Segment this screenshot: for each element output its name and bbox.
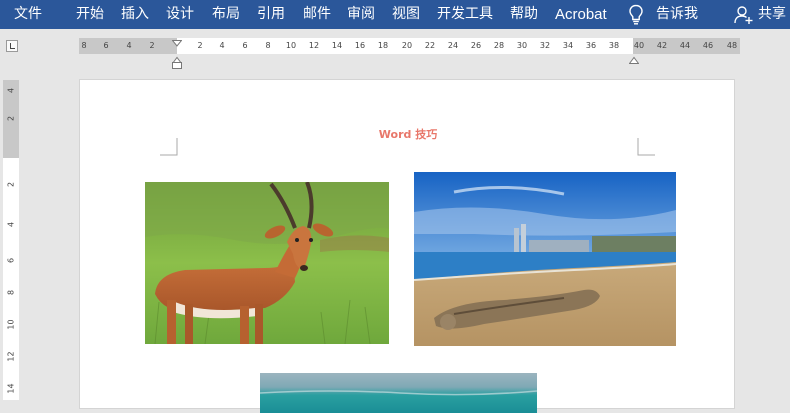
ruler-label: 6 — [242, 41, 248, 50]
vertical-ruler[interactable]: 4 2 2 4 6 8 10 12 14 — [3, 80, 19, 400]
share-person-icon[interactable] — [734, 5, 754, 29]
ruler-label: 46 — [702, 41, 714, 50]
ruler-label: 38 — [608, 41, 620, 50]
beach-photo[interactable] — [414, 172, 676, 346]
tab-design[interactable]: 设计 — [166, 0, 194, 29]
vruler-label: 10 — [6, 319, 16, 330]
vruler-label: 2 — [6, 115, 16, 122]
vruler-label: 6 — [6, 257, 16, 264]
ruler-label: 18 — [377, 41, 389, 50]
ruler-label: 16 — [354, 41, 366, 50]
sea-photo[interactable] — [260, 373, 537, 413]
ruler-label: 14 — [331, 41, 343, 50]
antelope-photo[interactable] — [145, 182, 389, 344]
vruler-label: 12 — [6, 351, 16, 362]
ruler-label: 2 — [197, 41, 203, 50]
ruler-label: 36 — [585, 41, 597, 50]
vruler-label: 4 — [6, 221, 16, 228]
ruler-label: 24 — [447, 41, 459, 50]
ruler-label: 42 — [656, 41, 668, 50]
ruler-label: 10 — [285, 41, 297, 50]
ribbon-tab-bar: 文件 开始 插入 设计 布局 引用 邮件 审阅 视图 开发工具 帮助 Acrob… — [0, 0, 790, 29]
tab-acrobat[interactable]: Acrobat — [555, 0, 607, 29]
ruler-label: 6 — [103, 41, 109, 50]
tab-help[interactable]: 帮助 — [510, 0, 538, 29]
tab-file[interactable]: 文件 — [14, 0, 42, 29]
share-button[interactable]: 共享 — [758, 0, 786, 29]
tab-references[interactable]: 引用 — [257, 0, 285, 29]
tab-developer[interactable]: 开发工具 — [437, 0, 493, 29]
vruler-label: 4 — [6, 87, 16, 94]
vertical-ruler-column: 4 2 2 4 6 8 10 12 14 — [0, 66, 22, 400]
ruler-label: 4 — [126, 41, 132, 50]
ruler-label: 34 — [562, 41, 574, 50]
ruler-label: 26 — [470, 41, 482, 50]
tab-review[interactable]: 审阅 — [347, 0, 375, 29]
ruler-label: 2 — [149, 41, 155, 50]
ruler-label: 8 — [265, 41, 271, 50]
ruler-label: 12 — [308, 41, 320, 50]
horizontal-ruler-row: 8 6 4 2 2 4 6 8 10 12 14 16 18 20 22 24 … — [0, 29, 790, 69]
ruler-label: 20 — [401, 41, 413, 50]
lightbulb-icon[interactable] — [628, 4, 644, 30]
tab-mailings[interactable]: 邮件 — [303, 0, 331, 29]
vruler-label: 2 — [6, 181, 16, 188]
ruler-label: 44 — [679, 41, 691, 50]
tab-view[interactable]: 视图 — [392, 0, 420, 29]
tell-me-box[interactable]: 告诉我 — [656, 0, 698, 29]
tab-home[interactable]: 开始 — [76, 0, 104, 29]
ruler-label: 48 — [726, 41, 738, 50]
ruler-label: 8 — [81, 41, 87, 50]
right-indent-marker-icon[interactable] — [628, 49, 640, 68]
ruler-label: 32 — [539, 41, 551, 50]
tab-layout[interactable]: 布局 — [212, 0, 240, 29]
ruler-label: 28 — [493, 41, 505, 50]
vruler-label: 8 — [6, 289, 16, 296]
left-indent-marker-icon[interactable] — [172, 55, 182, 74]
ruler-label: 30 — [516, 41, 528, 50]
tab-insert[interactable]: 插入 — [121, 0, 149, 29]
vruler-label: 14 — [6, 383, 16, 394]
document-page[interactable]: Word 技巧 — [79, 79, 736, 413]
tab-stop-selector-icon[interactable] — [6, 40, 18, 52]
document-header-text[interactable]: Word 技巧 — [80, 126, 736, 142]
ruler-label: 22 — [424, 41, 436, 50]
ruler-label: 4 — [219, 41, 225, 50]
